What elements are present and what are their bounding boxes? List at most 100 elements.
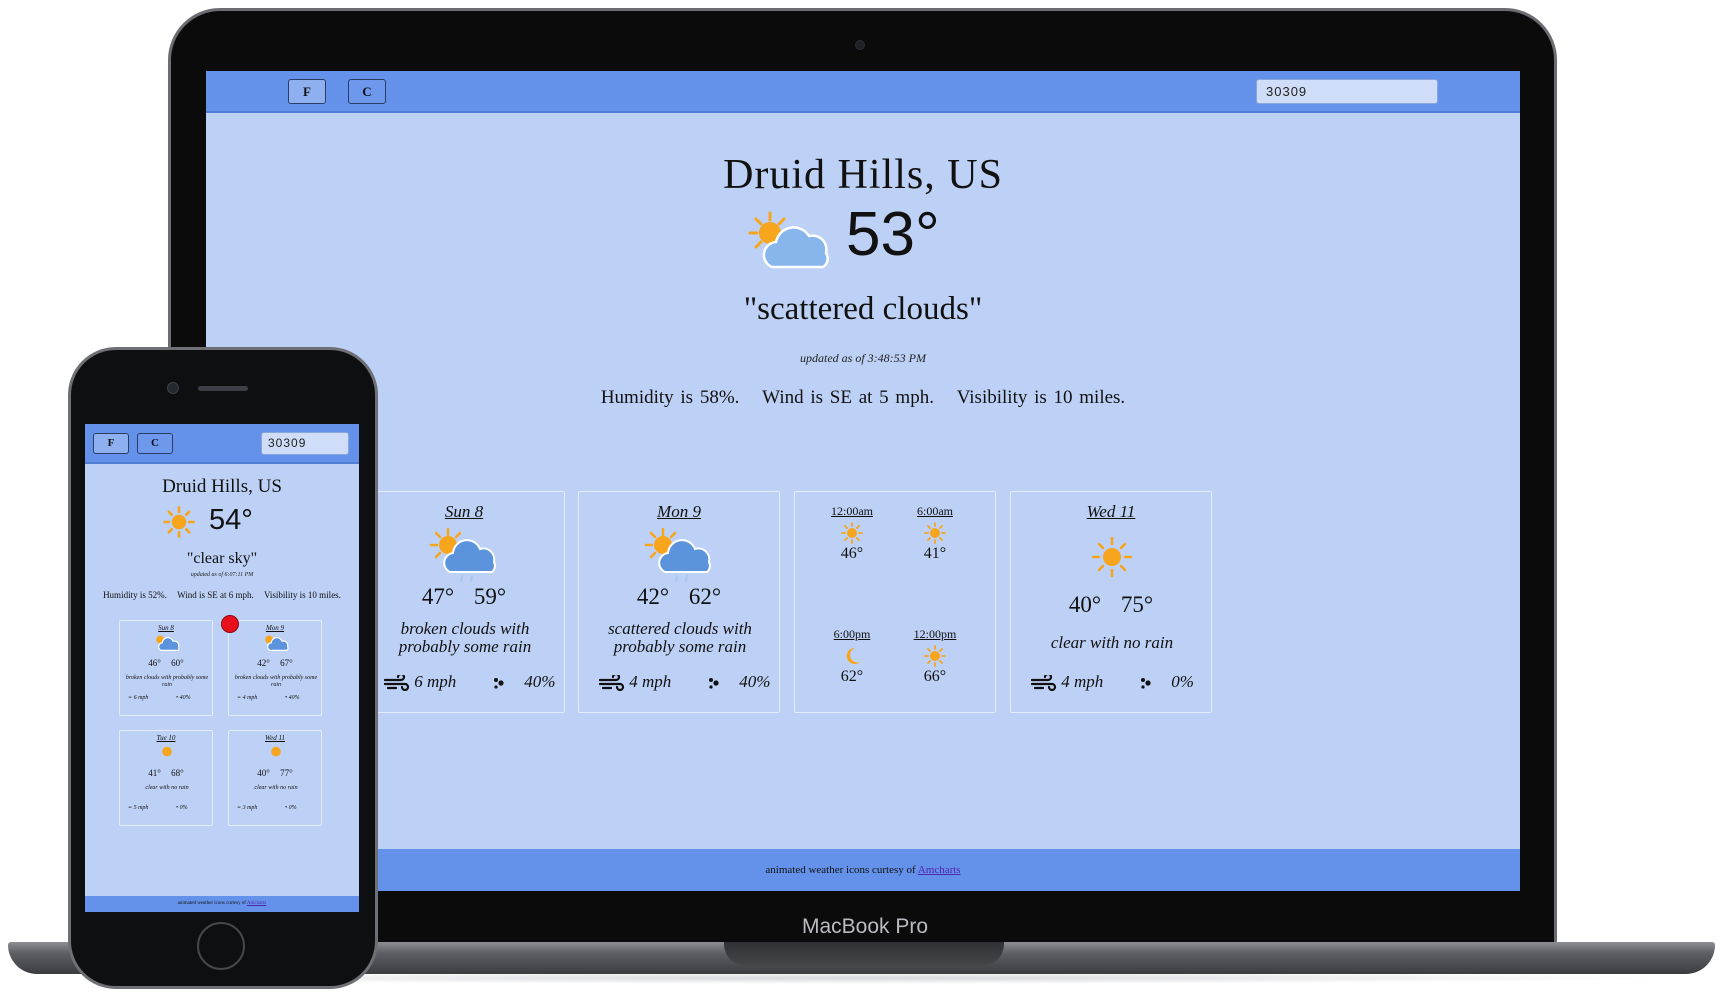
forecast-high: 59° xyxy=(473,584,507,609)
forecast-description: scattered clouds with probably some rain xyxy=(608,619,752,656)
sun-icon xyxy=(841,522,863,544)
humidity-text: Humidity is 52%. xyxy=(103,590,167,600)
forecast-high: 67° xyxy=(280,658,293,668)
hourly-time: 12:00pm xyxy=(913,627,957,641)
forecast-rain: • 40% xyxy=(285,695,300,701)
forecast-low: 47° xyxy=(421,584,455,609)
humidity-text: Humidity is 58%. xyxy=(600,387,740,408)
amcharts-link[interactable]: Amcharts xyxy=(918,864,961,876)
forecast-low: 42° xyxy=(257,658,270,668)
wind-speed: 3 mph xyxy=(242,805,258,811)
footer-text: animated weather icons curtesy of xyxy=(177,901,247,906)
hourly-slot: 6:00am 41° xyxy=(900,504,970,563)
laptop-camera xyxy=(855,40,865,50)
wind-speed: 4 mph xyxy=(242,695,258,701)
phone-speaker xyxy=(198,386,248,391)
forecast-rain: 40% xyxy=(707,672,770,692)
conditions-summary: Humidity is 58%. Wind is SE at 5 mph. Vi… xyxy=(206,387,1520,409)
celsius-button[interactable]: C xyxy=(348,79,386,104)
wind-text: Wind is SE at 6 mph. xyxy=(177,590,254,600)
forecast-card: Wed 11 40° 75° clear with no rain 4 mph … xyxy=(1010,491,1212,713)
forecast-wind: ≡ 4 mph xyxy=(237,695,257,701)
hourly-temp: 66° xyxy=(923,668,947,685)
sun-icon xyxy=(924,522,946,544)
footer: animated weather icons curtesy of Amchar… xyxy=(206,849,1520,891)
rain-chance: 40% xyxy=(288,695,300,701)
forecast-low: 40° xyxy=(1068,592,1102,617)
raindrops-icon xyxy=(494,678,504,689)
forecast-day: Sun 8 xyxy=(444,502,484,521)
phone-home-button xyxy=(197,922,245,970)
wind-speed: 5 mph xyxy=(133,805,149,811)
rain-chance: 0% xyxy=(1171,672,1194,691)
forecast-temps: 47° 59° xyxy=(364,584,564,610)
hourly-temp: 62° xyxy=(840,668,864,685)
footer: animated weather icons curtesy of Amchar… xyxy=(85,896,359,912)
hourly-time: 6:00am xyxy=(917,504,953,518)
wind-text: Wind is SE at 5 mph. xyxy=(762,387,934,408)
zip-code-input[interactable]: 30309 xyxy=(261,432,349,455)
forecast-rain: • 0% xyxy=(285,805,297,811)
sun-icon xyxy=(924,645,946,667)
wind-speed: 4 mph xyxy=(629,672,672,691)
updated-timestamp: updated as of 6:07:11 PM xyxy=(190,572,254,578)
cloudy-rain-icon xyxy=(156,635,180,651)
raindrops-icon xyxy=(1141,678,1151,689)
forecast-wind: ≡ 6 mph xyxy=(128,695,148,701)
hourly-time: 6:00pm xyxy=(833,627,871,641)
cloudy-rain-icon xyxy=(644,527,711,582)
hourly-slot: 12:00pm 66° xyxy=(900,627,970,686)
forecast-wind: ≡ 5 mph xyxy=(128,805,148,811)
forecast-temps: 42° 62° xyxy=(579,584,779,610)
rain-chance: 0% xyxy=(288,805,297,811)
fahrenheit-button[interactable]: F xyxy=(288,79,326,104)
zip-code-input[interactable]: 30309 xyxy=(1256,79,1438,104)
wind-icon xyxy=(599,675,625,692)
wind-speed: 6 mph xyxy=(133,695,149,701)
wind-speed: 4 mph xyxy=(1061,672,1104,691)
forecast-description: broken clouds with probably some rain xyxy=(125,675,209,688)
forecast-rain: 40% xyxy=(492,672,555,692)
wind-icon xyxy=(1031,675,1057,692)
forecast-day: Wed 11 xyxy=(1086,502,1136,521)
forecast-wind: ≡ 3 mph xyxy=(237,805,257,811)
fahrenheit-button[interactable]: F xyxy=(93,433,129,454)
sun-icon xyxy=(162,746,172,757)
amcharts-link[interactable]: Amcharts xyxy=(247,901,266,906)
visibility-text: Visibility is 10 miles. xyxy=(956,387,1126,408)
hourly-slot: 12:00am 46° xyxy=(817,504,887,563)
city-title: Druid Hills, US xyxy=(162,476,282,497)
forecast-high: 75° xyxy=(1120,592,1154,617)
laptop-screen: F C 30309 Druid Hills, US 53° "scattered… xyxy=(206,71,1520,891)
forecast-day: Wed 11 xyxy=(264,734,286,742)
forecast-day: Sun 8 xyxy=(158,624,174,632)
laptop-hinge-notch xyxy=(724,942,1004,966)
forecast-temps: 40° 75° xyxy=(1011,592,1211,618)
sun-icon xyxy=(163,506,195,538)
footer-text: animated weather icons curtesy of xyxy=(765,864,918,876)
touch-cursor-indicator xyxy=(221,615,239,633)
forecast-card: Tue 10 41° 68° clear with no rain ≡ 5 mp… xyxy=(119,730,213,826)
forecast-low: 41° xyxy=(148,768,161,778)
forecast-low: 42° xyxy=(636,584,670,609)
forecast-high: 60° xyxy=(171,658,184,668)
cloudy-rain-icon xyxy=(429,527,496,582)
hourly-forecast-card: 12:00am 46° 6:00am 41° 6:00pm 62° 12:00p… xyxy=(794,491,996,713)
forecast-description: broken clouds with probably some rain xyxy=(398,619,532,656)
city-title: Druid Hills, US xyxy=(723,152,1003,198)
forecast-high: 62° xyxy=(688,584,722,609)
forecast-wind: 4 mph xyxy=(1031,672,1103,692)
visibility-text: Visibility is 10 miles. xyxy=(263,590,341,600)
hourly-slot: 6:00pm 62° xyxy=(817,627,887,686)
forecast-temps: 42° 67° xyxy=(229,658,321,668)
celsius-button[interactable]: C xyxy=(137,433,173,454)
moon-icon xyxy=(846,647,860,664)
forecast-rain: 0% xyxy=(1139,672,1194,692)
sun-icon xyxy=(271,746,281,757)
phone-screen: F C 30309 Druid Hills, US 54° "clear sky… xyxy=(85,424,359,912)
forecast-card: Sun 8 46° 60° broken clouds with probabl… xyxy=(119,620,213,716)
forecast-temps: 41° 68° xyxy=(120,768,212,778)
sun-icon xyxy=(1091,536,1133,578)
forecast-rain: • 0% xyxy=(176,805,188,811)
wind-icon xyxy=(384,675,410,692)
